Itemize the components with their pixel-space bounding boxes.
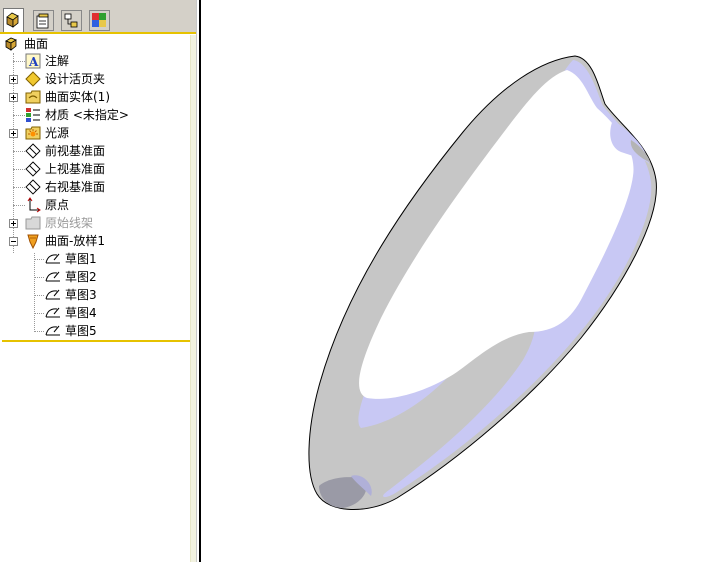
lights-folder-icon bbox=[25, 126, 41, 140]
tree-connector bbox=[34, 313, 44, 314]
origin-icon bbox=[27, 197, 41, 213]
tree-connector bbox=[13, 151, 25, 152]
tree-connector bbox=[34, 259, 44, 260]
tree-item-label: 曲面-放样1 bbox=[45, 234, 105, 248]
tree-connector bbox=[13, 115, 25, 116]
tree-item-label: 曲面实体(1) bbox=[45, 90, 110, 104]
tree-connector bbox=[34, 253, 35, 330]
material-icon bbox=[26, 108, 40, 122]
tree-item-label: 原始线架 bbox=[45, 216, 94, 230]
tree-item-label: 草图5 bbox=[65, 324, 97, 338]
configurationmanager-tab[interactable] bbox=[61, 10, 82, 31]
tree-item-label: 材质 <未指定> bbox=[45, 108, 129, 122]
expand-toggle[interactable] bbox=[9, 75, 18, 84]
display-manager-tab-icon bbox=[92, 13, 106, 27]
design-binder-icon bbox=[25, 71, 41, 87]
tree-connector bbox=[34, 295, 44, 296]
tree-item-label: 设计活页夹 bbox=[45, 72, 106, 86]
tree-connector bbox=[13, 187, 25, 188]
sketch-icon bbox=[45, 289, 60, 300]
tree-connector bbox=[13, 61, 25, 62]
lofted-surface-model[interactable] bbox=[201, 0, 715, 562]
tree-item-label: 草图2 bbox=[65, 270, 97, 284]
feature-manager-panel: 曲面 A 注解 设计活页夹 曲面实体(1) 材质 <未指定> 光源 前视基准面 … bbox=[0, 0, 197, 562]
tree-item-label: 上视基准面 bbox=[45, 162, 106, 176]
configurationmanager-tab-icon bbox=[64, 13, 78, 28]
surface-bodies-folder-icon bbox=[25, 90, 41, 104]
tree-connector bbox=[34, 331, 44, 332]
display-manager-tab[interactable] bbox=[89, 10, 110, 31]
tree-connector bbox=[13, 169, 25, 170]
sketch-icon bbox=[45, 253, 60, 264]
propertymanager-tab-icon bbox=[36, 13, 49, 29]
tree-item-label: 原点 bbox=[45, 198, 70, 212]
tree-item-label: 注解 bbox=[45, 54, 70, 68]
tree-item-label: 前视基准面 bbox=[45, 144, 106, 158]
expand-toggle[interactable] bbox=[9, 129, 18, 138]
expand-toggle[interactable] bbox=[9, 219, 18, 228]
tree-separator bbox=[2, 340, 190, 342]
sketch-icon bbox=[45, 271, 60, 282]
graphics-viewport[interactable] bbox=[201, 0, 715, 562]
tree-item-label: 草图1 bbox=[65, 252, 97, 266]
surface-loft-icon bbox=[27, 234, 39, 249]
svg-text:A: A bbox=[28, 55, 39, 69]
folder-icon bbox=[25, 216, 41, 230]
manager-tab-bar bbox=[0, 0, 196, 34]
plane-icon bbox=[25, 161, 41, 177]
featuremanager-tab-icon bbox=[6, 12, 19, 28]
propertymanager-tab[interactable] bbox=[33, 10, 54, 31]
plane-icon bbox=[25, 179, 41, 195]
tree-item-label: 右视基准面 bbox=[45, 180, 106, 194]
tree-item-label: 草图4 bbox=[65, 306, 97, 320]
tree-connector bbox=[13, 205, 25, 206]
sketch-icon bbox=[45, 307, 60, 318]
expand-toggle[interactable] bbox=[9, 93, 18, 102]
featuremanager-tab[interactable] bbox=[3, 8, 24, 32]
collapse-toggle[interactable] bbox=[9, 237, 18, 246]
tree-root-label: 曲面 bbox=[24, 37, 49, 51]
plane-icon bbox=[25, 143, 41, 159]
tree-item-label: 草图3 bbox=[65, 288, 97, 302]
feature-tree: 曲面 A 注解 设计活页夹 曲面实体(1) 材质 <未指定> 光源 前视基准面 … bbox=[0, 35, 190, 341]
tree-connector bbox=[34, 277, 44, 278]
part-icon bbox=[5, 37, 17, 51]
annotation-icon: A bbox=[25, 53, 41, 69]
sketch-icon bbox=[45, 325, 60, 336]
tree-item-label: 光源 bbox=[45, 126, 70, 140]
